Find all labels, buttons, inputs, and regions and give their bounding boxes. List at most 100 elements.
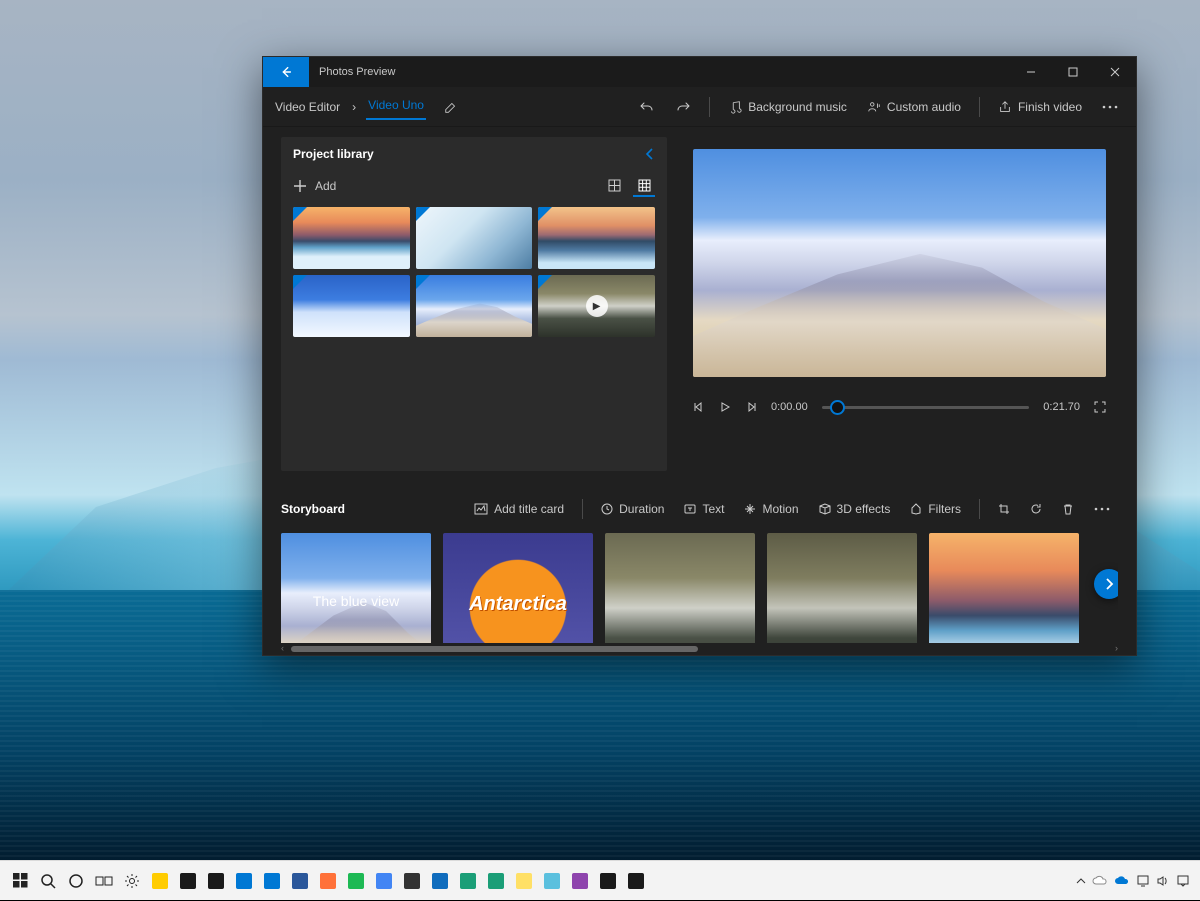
3d-effects-button[interactable]: 3D effects <box>811 498 899 520</box>
storyboard-clip[interactable]: 0.43 <box>929 533 1079 643</box>
seek-thumb[interactable] <box>830 400 845 415</box>
library-grid: ▶ <box>293 207 655 337</box>
taskbar-word[interactable] <box>286 861 314 901</box>
tray-notifications[interactable] <box>1176 874 1190 888</box>
storyboard-clip[interactable]: The blue view7.0 <box>281 533 431 643</box>
used-marker-icon <box>416 207 430 221</box>
view-large-grid-button[interactable] <box>603 175 625 197</box>
taskbar-snip[interactable] <box>566 861 594 901</box>
filters-button[interactable]: Filters <box>902 498 969 520</box>
text-button[interactable]: Text <box>676 498 732 520</box>
taskbar-mail[interactable] <box>202 861 230 901</box>
window-minimize[interactable] <box>1010 57 1052 87</box>
taskbar-edge-beta[interactable] <box>482 861 510 901</box>
storyboard-clip[interactable]: Antarctica0.8 <box>443 533 593 643</box>
seek-bar[interactable] <box>822 406 1030 409</box>
taskbar-mic[interactable] <box>622 861 650 901</box>
scroll-left-arrow[interactable]: ‹ <box>281 643 284 653</box>
library-item[interactable]: ▶ <box>538 275 655 337</box>
used-marker-icon <box>538 275 552 289</box>
taskbar-virtualdesktop[interactable] <box>538 861 566 901</box>
taskbar-pictures[interactable] <box>594 861 622 901</box>
taskbar-firefox[interactable] <box>314 861 342 901</box>
back-button[interactable] <box>263 57 309 87</box>
scroll-right-arrow[interactable]: › <box>1115 643 1118 653</box>
taskbar-cortana[interactable] <box>62 861 90 901</box>
crop-button[interactable] <box>990 499 1018 519</box>
chevron-right-icon <box>1103 578 1115 590</box>
taskbar-store[interactable] <box>174 861 202 901</box>
windows-logo-icon <box>13 873 28 888</box>
library-add-button[interactable]: Add <box>293 179 336 193</box>
rotate-button[interactable] <box>1022 499 1050 519</box>
view-small-grid-button[interactable] <box>633 175 655 197</box>
fullscreen-icon <box>1094 401 1106 413</box>
breadcrumb-project[interactable]: Video Uno <box>366 94 426 120</box>
taskbar-search[interactable] <box>34 861 62 901</box>
library-item[interactable] <box>293 207 410 269</box>
taskbar-edge[interactable] <box>426 861 454 901</box>
taskbar-taskview[interactable] <box>90 861 118 901</box>
ellipsis-icon <box>1102 105 1118 109</box>
taskbar <box>0 860 1200 900</box>
taskbar-chrome[interactable] <box>370 861 398 901</box>
redo-button[interactable] <box>667 95 699 119</box>
taskbar-terminal[interactable] <box>398 861 426 901</box>
snip-icon <box>572 873 588 889</box>
filters-icon <box>910 503 922 515</box>
storyboard-scrollbar[interactable]: ‹ › <box>281 643 1118 655</box>
toolbar-more-button[interactable] <box>1094 101 1126 113</box>
arrow-left-icon <box>279 65 293 79</box>
play-button[interactable] <box>719 401 731 413</box>
notifications-icon <box>1176 874 1190 888</box>
scroll-thumb[interactable] <box>291 646 698 652</box>
tray-cloud[interactable] <box>1114 875 1130 886</box>
taskbar-edge-dev[interactable] <box>454 861 482 901</box>
taskbar-spotify[interactable] <box>342 861 370 901</box>
storyboard-panel: Storyboard Add title card Duration Text … <box>263 477 1136 655</box>
library-item[interactable] <box>293 275 410 337</box>
storyboard-next-button[interactable] <box>1094 569 1118 599</box>
taskbar-start[interactable] <box>6 861 34 901</box>
library-item[interactable] <box>416 207 533 269</box>
preview-panel: 0:00.00 0:21.70 <box>673 127 1136 477</box>
frame-back-button[interactable] <box>693 401 705 413</box>
tray-network[interactable] <box>1136 874 1150 888</box>
storyboard-more-button[interactable] <box>1086 503 1118 515</box>
finish-video-button[interactable]: Finish video <box>990 96 1090 118</box>
collapse-library-button[interactable] <box>645 148 655 160</box>
custom-audio-button[interactable]: Custom audio <box>859 96 969 118</box>
clip-overlay-text: Antarctica <box>443 593 593 616</box>
taskbar-explorer[interactable] <box>146 861 174 901</box>
window-close[interactable] <box>1094 57 1136 87</box>
redo-icon <box>675 99 691 115</box>
editor-toolbar: Video Editor › Video Uno Background musi… <box>263 87 1136 127</box>
taskbar-photos[interactable] <box>258 861 286 901</box>
rename-button[interactable] <box>436 96 466 118</box>
background-music-button[interactable]: Background music <box>720 96 855 118</box>
motion-button[interactable]: Motion <box>736 498 806 520</box>
window-maximize[interactable] <box>1052 57 1094 87</box>
library-item[interactable] <box>416 275 533 337</box>
tray-onedrive[interactable] <box>1092 875 1108 886</box>
add-title-card-button[interactable]: Add title card <box>466 498 572 520</box>
taskbar-outlook[interactable] <box>230 861 258 901</box>
delete-button[interactable] <box>1054 499 1082 519</box>
storyboard-strip[interactable]: The blue view7.0Antarctica0.84.634.370.4… <box>281 525 1118 643</box>
library-item[interactable] <box>538 207 655 269</box>
volume-icon <box>1156 874 1170 888</box>
storyboard-clip[interactable]: 4.63 <box>605 533 755 643</box>
breadcrumb-root[interactable]: Video Editor <box>273 96 342 118</box>
tray-volume[interactable] <box>1156 874 1170 888</box>
undo-button[interactable] <box>631 95 663 119</box>
taskbar-notes[interactable] <box>510 861 538 901</box>
duration-button[interactable]: Duration <box>593 498 672 520</box>
tray-overflow[interactable] <box>1076 876 1086 886</box>
fullscreen-button[interactable] <box>1094 401 1106 413</box>
photos-preview-window: Photos Preview Video Editor › Video Uno … <box>262 56 1137 656</box>
storyboard-clip[interactable]: 4.37 <box>767 533 917 643</box>
frame-forward-button[interactable] <box>745 401 757 413</box>
preview-canvas[interactable] <box>693 149 1106 377</box>
undo-icon <box>639 99 655 115</box>
taskbar-settings[interactable] <box>118 861 146 901</box>
